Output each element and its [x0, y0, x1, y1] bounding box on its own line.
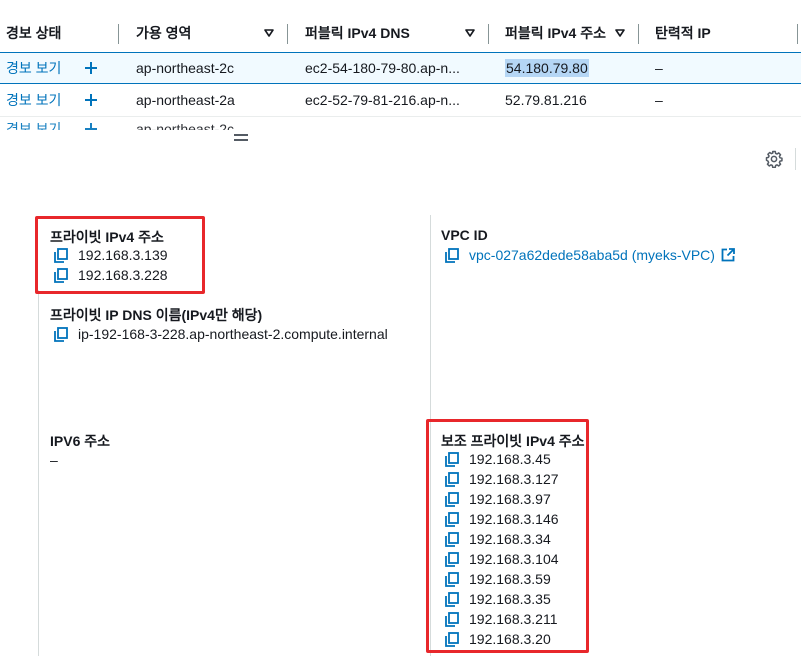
column-header-label: 경보 상태 — [6, 25, 62, 41]
sort-caret-icon[interactable] — [264, 29, 274, 37]
view-alarms-link[interactable]: 경보 보기 — [6, 85, 61, 115]
column-header-alarm-status[interactable]: 경보 상태 — [6, 14, 61, 50]
table-row[interactable]: 경보 보기 ap-northeast-2c ec2-54-180-79-80.a… — [0, 52, 801, 84]
instances-table: 경보 상태 가용 영역 퍼블릭 IPv4 DNS 퍼블릭 IPv4 주소 탄력적… — [0, 0, 801, 130]
ipv6-value: – — [50, 452, 58, 468]
public-ip-cell: 52.79.81.216 — [505, 92, 587, 108]
availability-zone-cell: ap-northeast-2c — [136, 121, 235, 130]
column-resizer[interactable] — [797, 24, 798, 44]
private-dns-value: ip-192-168-3-228.ap-northeast-2.compute.… — [54, 326, 388, 342]
column-header-label: 탄력적 IP — [655, 25, 711, 41]
column-header-elastic-ip[interactable]: 탄력적 IP — [655, 14, 711, 50]
public-dns-cell: ec2-54-180-79-80.ap-n... — [305, 60, 460, 76]
column-header-label: 퍼블릭 IPv4 주소 — [505, 25, 606, 41]
divider — [795, 148, 796, 170]
column-resizer[interactable] — [638, 24, 639, 44]
plus-icon[interactable] — [84, 122, 98, 130]
vpc-id-text[interactable]: vpc-027a62dede58aba5d (myeks-VPC) — [469, 247, 715, 263]
private-dns-label: 프라이빗 IP DNS 이름(IPv4만 해당) — [50, 307, 263, 323]
table-header: 경보 상태 가용 영역 퍼블릭 IPv4 DNS 퍼블릭 IPv4 주소 탄력적… — [0, 14, 801, 50]
highlight-box — [35, 216, 205, 294]
private-dns-text: ip-192-168-3-228.ap-northeast-2.compute.… — [78, 326, 388, 342]
vpc-id-link[interactable]: vpc-027a62dede58aba5d (myeks-VPC) — [445, 247, 735, 263]
drag-handle-icon[interactable] — [234, 134, 248, 142]
availability-zone-cell: ap-northeast-2c — [136, 60, 235, 76]
gear-icon[interactable] — [765, 150, 783, 169]
copy-icon[interactable] — [445, 247, 459, 263]
sort-caret-icon[interactable] — [465, 29, 475, 37]
column-resizer[interactable] — [488, 24, 489, 44]
column-header-availability-zone[interactable]: 가용 영역 — [136, 14, 276, 50]
copy-icon[interactable] — [54, 326, 68, 342]
view-alarms-link[interactable]: 경보 보기 — [6, 114, 61, 130]
table-row[interactable]: 경보 보기 ap-northeast-2a ec2-52-79-81-216.a… — [0, 85, 801, 117]
external-link-icon[interactable] — [721, 248, 735, 262]
sort-caret-icon[interactable] — [615, 29, 625, 37]
column-header-label: 퍼블릭 IPv4 DNS — [305, 25, 410, 41]
public-ip-cell: 54.180.79.80 — [505, 59, 589, 77]
highlight-box — [426, 419, 589, 653]
divider — [38, 290, 39, 656]
column-header-public-ipv4-dns[interactable]: 퍼블릭 IPv4 DNS — [305, 14, 477, 50]
column-header-label: 가용 영역 — [136, 25, 192, 41]
table-row[interactable]: 경보 보기 ap-northeast-2c — [0, 117, 801, 130]
ipv6-label: IPV6 주소 — [50, 433, 111, 449]
elastic-ip-cell: – — [655, 60, 663, 76]
vpc-id-label: VPC ID — [441, 227, 488, 243]
column-resizer[interactable] — [118, 24, 119, 44]
view-alarms-link[interactable]: 경보 보기 — [6, 53, 61, 83]
plus-icon[interactable] — [84, 61, 98, 75]
availability-zone-cell: ap-northeast-2a — [136, 92, 235, 108]
elastic-ip-cell: – — [655, 92, 663, 108]
column-header-public-ipv4-address[interactable]: 퍼블릭 IPv4 주소 — [505, 14, 627, 50]
public-dns-cell: ec2-52-79-81-216.ap-n... — [305, 92, 460, 108]
column-resizer[interactable] — [287, 24, 288, 44]
plus-icon[interactable] — [84, 93, 98, 107]
